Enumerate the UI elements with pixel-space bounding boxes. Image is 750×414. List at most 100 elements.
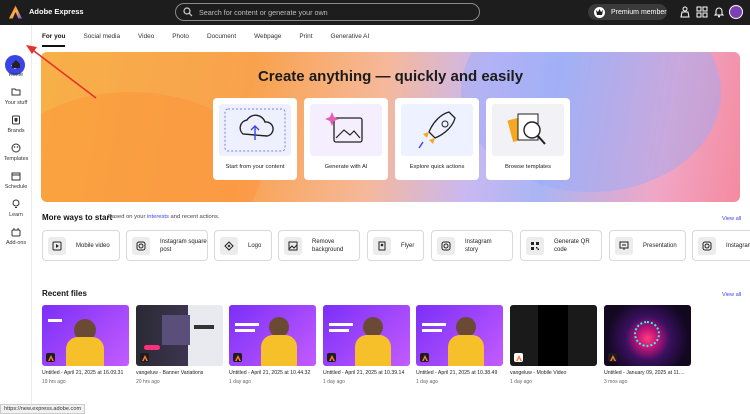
tab-social-media[interactable]: Social media [83, 33, 120, 47]
recent-file-card[interactable]: Untitled - April 21, 2025 at 10.39.14 1 … [323, 305, 410, 385]
search-input[interactable] [199, 7, 469, 17]
premium-member-button[interactable]: Premium member [588, 4, 667, 20]
file-name: vangeluw - Mobile Video [510, 370, 567, 376]
instagram-icon [437, 236, 455, 255]
quick-action-label: Logo [248, 242, 262, 249]
file-age: 1 day ago [416, 379, 438, 385]
adobe-express-badge [420, 353, 429, 362]
subtitle-text: Based on your [108, 214, 147, 220]
instagram-icon [132, 236, 150, 255]
quick-action-label: Mobile video [76, 242, 110, 249]
image-icon [284, 236, 302, 255]
adobe-express-badge [327, 353, 336, 362]
file-age: 1 day ago [323, 379, 345, 385]
adobe-express-logo[interactable] [9, 5, 22, 19]
interests-link[interactable]: interests [147, 214, 169, 220]
card-label: Browse templates [504, 164, 552, 170]
addons-icon [11, 228, 21, 237]
instagram-icon [698, 236, 716, 255]
start-from-content-card[interactable]: Start from your content [213, 98, 297, 180]
crown-icon [594, 6, 605, 18]
quick-action-presentation[interactable]: Presentation [609, 230, 686, 261]
sidebar-item-add-ons[interactable]: Add-ons [0, 227, 32, 246]
file-thumbnail [136, 305, 223, 366]
brand-icon [12, 115, 20, 125]
sidebar-item-home[interactable]: Home [0, 59, 32, 78]
presentation-icon [615, 236, 633, 255]
search-bar[interactable] [175, 3, 480, 21]
adobe-express-badge [140, 353, 149, 362]
quick-action-label: Presentation [643, 242, 677, 249]
explore-quick-actions-card[interactable]: Explore quick actions [395, 98, 479, 180]
file-thumbnail [416, 305, 503, 366]
logo-icon [220, 236, 238, 255]
tab-print[interactable]: Print [299, 33, 312, 47]
recent-files-view-all-link[interactable]: View all [722, 292, 741, 298]
card-image [492, 104, 564, 156]
adobe-express-badge [608, 353, 617, 362]
quick-action-instagram-story[interactable]: Instagram story [431, 230, 513, 261]
bell-icon[interactable] [713, 6, 725, 18]
tab-webpage[interactable]: Webpage [254, 33, 281, 47]
quick-action-instagram[interactable]: Instagram [692, 230, 750, 261]
recent-file-card[interactable]: Untitled - April 21, 2025 at 10.38.49 1 … [416, 305, 503, 385]
browse-templates-card[interactable]: Browse templates [486, 98, 570, 180]
recent-file-card[interactable]: vangeluw - Banner Variations 20 hrs ago [136, 305, 223, 385]
category-tabs: For you Social media Video Photo Documen… [42, 33, 387, 47]
card-label: Start from your content [225, 164, 285, 170]
lightbulb-icon [12, 199, 20, 208]
recent-file-card[interactable]: Untitled - April 21, 2025 at 16.09.31 19… [42, 305, 129, 385]
sidebar-item-label: Add-ons [5, 240, 27, 246]
file-name: Untitled - January 09, 2025 at 11.... [604, 370, 685, 376]
card-image [219, 104, 291, 156]
card-label: Generate with AI [324, 164, 368, 170]
sidebar-item-label: Learn [9, 212, 23, 218]
quick-action-mobile-video[interactable]: Mobile video [42, 230, 120, 261]
quick-action-flyer[interactable]: Flyer [367, 230, 424, 261]
file-name: Untitled - April 21, 2025 at 10.38.49 [416, 370, 498, 376]
generate-with-ai-card[interactable]: Generate with AI [304, 98, 388, 180]
quick-action-remove-background[interactable]: Remove background [278, 230, 360, 261]
sidebar-item-label: Home [8, 72, 24, 78]
rocket-icon [418, 111, 456, 149]
sidebar-item-learn[interactable]: Learn [0, 199, 32, 218]
premium-member-label: Premium member [611, 8, 667, 16]
folder-icon [11, 88, 21, 96]
file-thumbnail [510, 305, 597, 366]
tab-document[interactable]: Document [207, 33, 236, 47]
quick-action-label: Flyer [401, 242, 415, 249]
file-thumbnail [323, 305, 410, 366]
section-title-recent-files: Recent files [42, 289, 87, 298]
tab-generative-ai[interactable]: Generative AI [331, 33, 370, 47]
tab-photo[interactable]: Photo [172, 33, 189, 47]
user-avatar[interactable] [729, 5, 743, 19]
templates-icon [11, 143, 21, 153]
cloud-upload-icon [224, 108, 286, 152]
flyer-icon [373, 236, 391, 255]
quick-action-label: Remove background [312, 238, 344, 253]
file-thumbnail [42, 305, 129, 366]
learn-icon[interactable] [679, 6, 691, 18]
more-ways-subtitle: Based on your interests and recent actio… [108, 214, 220, 220]
sidebar-item-templates[interactable]: Templates [0, 143, 32, 162]
file-age: 3 mos ago [604, 379, 628, 385]
recent-file-card[interactable]: vangeluw - Mobile Video 1 day ago [510, 305, 597, 385]
quick-action-instagram-square-post[interactable]: Instagram square post [126, 230, 208, 261]
recent-file-card[interactable]: Untitled - January 09, 2025 at 11.... 3 … [604, 305, 691, 385]
template-search-icon [507, 113, 546, 145]
quick-action-logo[interactable]: Logo [214, 230, 272, 261]
more-ways-view-all-link[interactable]: View all [722, 216, 741, 222]
sidebar-item-your-stuff[interactable]: Your stuff [0, 87, 32, 106]
sidebar-item-label: Your stuff [4, 100, 28, 106]
apps-grid-icon[interactable] [696, 6, 708, 18]
tab-for-you[interactable]: For you [42, 33, 66, 47]
sidebar-item-brands[interactable]: Brands [0, 115, 32, 134]
sidebar-item-label: Templates [3, 156, 29, 162]
quick-action-generate-qr-code[interactable]: Generate QR code [520, 230, 602, 261]
sidebar-item-schedule[interactable]: Schedule [0, 171, 32, 190]
subtitle-text: and recent actions. [168, 214, 220, 220]
file-age: 1 day ago [229, 379, 251, 385]
video-icon [48, 236, 66, 255]
tab-video[interactable]: Video [138, 33, 154, 47]
recent-file-card[interactable]: Untitled - April 21, 2025 at 10.44.32 1 … [229, 305, 316, 385]
